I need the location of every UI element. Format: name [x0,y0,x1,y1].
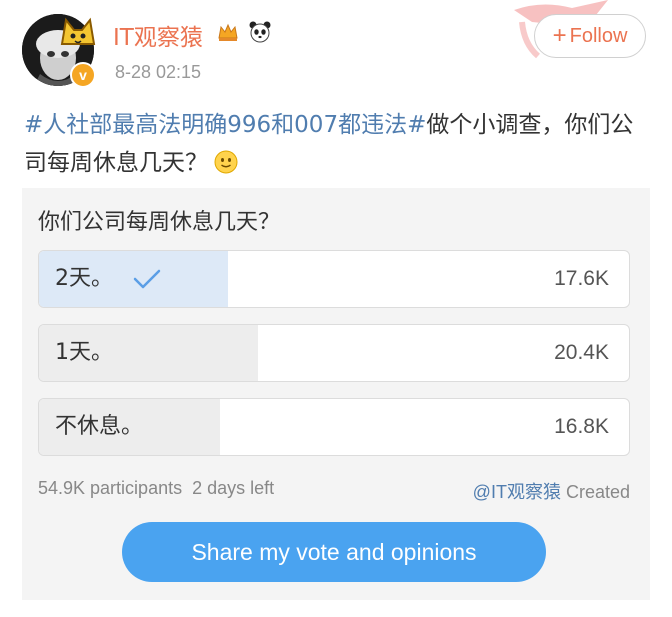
created-label: Created [560,482,630,502]
follow-button[interactable]: + Follow [534,14,646,58]
option-count: 17.6K [554,267,609,290]
poll-option-0[interactable]: 2天。 17.6K [38,250,630,308]
option-label: 2天。 [55,266,113,291]
smile-emoji-icon [214,150,238,174]
poll-option-2[interactable]: 不休息。 16.8K [38,398,630,456]
crown-icon [218,23,238,41]
option-label: 1天。 [55,340,113,365]
verified-badge-icon: v [70,62,96,88]
option-count: 16.8K [554,415,609,438]
post-timestamp: 8-28 02:15 [115,62,202,82]
poll-option-1[interactable]: 1天。 20.4K [38,324,630,382]
option-count: 20.4K [554,341,609,364]
avatar[interactable]: v [22,14,98,90]
participants-count: 54.9K participants [38,478,183,498]
poll-card: 你们公司每周休息几天？ 2天。 17.6K 1天。 20.4K 不休息。 16.… [22,188,650,600]
post-body: #人社部最高法明确996和007都违法#做个小调查，你们公司每周休息几天？ [24,106,648,182]
poll-question: 你们公司每周休息几天？ [38,210,281,235]
panda-icon [249,21,271,43]
cat-hat-icon [60,17,96,45]
creator-link[interactable]: @IT观察猿 [473,482,561,502]
username[interactable]: IT观察猿 [113,18,203,52]
poll-creator: @IT观察猿 Created [473,478,630,504]
share-vote-button[interactable]: Share my vote and opinions [122,522,546,582]
option-label: 不休息。 [55,414,144,439]
time-left: 2 days left [192,478,275,498]
poll-stats: 54.9K participants 2 days left [38,478,274,499]
follow-label: Follow [569,24,628,47]
plus-icon: + [552,22,567,49]
post-header: v IT观察猿 8-28 02:15 + Follow [0,0,672,100]
hashtag-link[interactable]: #人社部最高法明确996和007都违法# [24,112,426,138]
check-icon [133,269,161,289]
